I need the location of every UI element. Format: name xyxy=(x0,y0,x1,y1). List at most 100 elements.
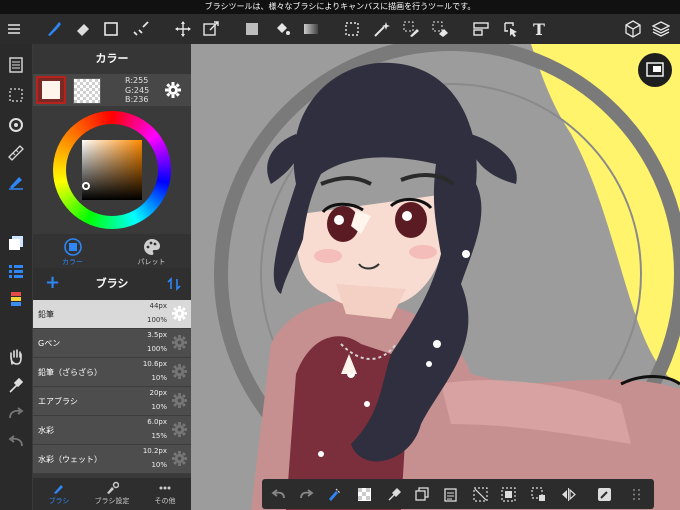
menu-icon[interactable] xyxy=(3,19,25,39)
rgb-readout: R:255 G:245 B:236 xyxy=(125,76,149,105)
brush-settings-gear-icon[interactable] xyxy=(172,451,187,466)
rgb-r: R:255 xyxy=(125,76,149,85)
brush-icon[interactable] xyxy=(42,19,64,39)
brush-opacity: 100% xyxy=(146,316,167,324)
tab-more-label: その他 xyxy=(154,497,176,505)
tab-brush[interactable]: ブラシ xyxy=(33,478,85,510)
saturation-value-square[interactable] xyxy=(82,140,142,200)
brush-size: 20px xyxy=(149,389,168,397)
document-icon[interactable] xyxy=(5,54,27,76)
status-bar: ブラシツールは、様々なブラシによりキャンバスに描画を行うツールです。 xyxy=(0,0,680,14)
brush-size: 10.2px xyxy=(142,447,167,455)
tool-panel: カラー R:255 G:245 B:236 カラー パレット + ブラシ 鉛筆 … xyxy=(33,44,191,510)
copy-layer-icon[interactable] xyxy=(412,485,432,503)
list-icon[interactable] xyxy=(5,260,27,282)
undo-icon[interactable] xyxy=(5,430,27,452)
clear-selection-icon[interactable] xyxy=(470,485,490,503)
brush-opacity: 100% xyxy=(146,345,167,353)
tab-color-label: カラー xyxy=(62,258,83,266)
snap-icon[interactable] xyxy=(470,19,492,39)
tab-palette[interactable]: パレット xyxy=(112,234,191,268)
ruler-icon[interactable] xyxy=(5,142,27,164)
transparent-swatch-icon[interactable] xyxy=(354,485,374,503)
brush-settings-gear-icon[interactable] xyxy=(172,306,187,321)
selection-icon[interactable] xyxy=(5,84,27,106)
redo-icon[interactable] xyxy=(296,485,316,503)
canvas-action-toolbar xyxy=(262,479,654,509)
rgb-b: B:236 xyxy=(125,95,149,104)
brush-settings-gear-icon[interactable] xyxy=(172,422,187,437)
brush-opacity: 10% xyxy=(151,374,167,382)
brush-settings-gear-icon[interactable] xyxy=(172,364,187,379)
eraser-icon[interactable] xyxy=(72,19,94,39)
drawing-canvas[interactable] xyxy=(191,44,680,510)
brush-size: 44px xyxy=(149,302,168,310)
brush-select-icon[interactable] xyxy=(324,485,344,503)
tab-more[interactable]: その他 xyxy=(139,478,191,510)
main-color-swatch[interactable] xyxy=(36,76,66,104)
text-icon[interactable]: T xyxy=(528,19,550,39)
brush-size: 6.0px xyxy=(147,418,167,426)
brush-row-pencil-rough[interactable]: 鉛筆（ざらざら） 10.6px 10% xyxy=(33,358,191,387)
hand-icon[interactable] xyxy=(5,346,27,368)
brush-settings-gear-icon[interactable] xyxy=(172,393,187,408)
brush-tab-icon xyxy=(54,485,63,494)
select-all-icon[interactable] xyxy=(498,485,518,503)
brush-panel-header: + ブラシ xyxy=(33,268,191,300)
sub-color-swatch[interactable] xyxy=(73,78,101,104)
tab-brush-settings-label: ブラシ設定 xyxy=(94,497,130,505)
eyedropper-icon[interactable] xyxy=(384,485,404,503)
layers-icon[interactable] xyxy=(650,19,672,39)
layer-icon[interactable] xyxy=(5,232,27,254)
3d-icon[interactable] xyxy=(622,19,644,39)
hue-knob[interactable] xyxy=(82,182,90,190)
sort-icon[interactable] xyxy=(167,277,181,291)
move-icon[interactable] xyxy=(172,19,194,39)
pen-tool-icon[interactable] xyxy=(5,170,27,192)
tab-brush-label: ブラシ xyxy=(48,497,70,505)
brush-size: 3.5px xyxy=(147,331,167,339)
brush-opacity: 15% xyxy=(151,432,167,440)
brush-opacity: 10% xyxy=(151,461,167,469)
rotate-icon[interactable] xyxy=(5,114,27,136)
select-pen-icon[interactable] xyxy=(400,19,422,39)
grid-handle-icon[interactable] xyxy=(626,485,646,503)
brush-row-gpen[interactable]: Gペン 3.5px 100% xyxy=(33,329,191,358)
operation-icon[interactable] xyxy=(500,19,522,39)
brush-name: 水彩 xyxy=(38,426,54,435)
brush-row-airbrush[interactable]: エアブラシ 20px 10% xyxy=(33,387,191,416)
quick-edit-icon[interactable] xyxy=(594,485,614,503)
gradient-icon[interactable] xyxy=(300,19,322,39)
brush-row-watercolor[interactable]: 水彩 6.0px 15% xyxy=(33,416,191,445)
color-tab-icon xyxy=(63,238,82,256)
brush-panel-tabs: ブラシ ブラシ設定 その他 xyxy=(33,478,191,510)
select-brush-icon[interactable] xyxy=(130,19,152,39)
brush-settings-gear-icon[interactable] xyxy=(172,335,187,350)
tab-color[interactable]: カラー xyxy=(33,234,112,268)
brush-row-watercolor-wet[interactable]: 水彩（ウェット） 10.2px 10% xyxy=(33,445,191,474)
color-settings-gear-icon[interactable] xyxy=(165,82,181,98)
brush-name: 鉛筆（ざらざら） xyxy=(38,368,102,377)
brush-name: Gペン xyxy=(38,339,61,348)
palette-bars-icon[interactable] xyxy=(5,288,27,310)
fill-color-icon[interactable] xyxy=(241,19,263,39)
select-eraser-icon[interactable] xyxy=(429,19,451,39)
brush-list: 鉛筆 44px 100% Gペン 3.5px 100% 鉛筆（ざらざら） 10.… xyxy=(33,300,191,478)
brush-row-pencil[interactable]: 鉛筆 44px 100% xyxy=(33,300,191,329)
redo-icon[interactable] xyxy=(5,402,27,424)
eyedropper-icon[interactable] xyxy=(5,374,27,396)
brush-name: エアブラシ xyxy=(38,397,78,406)
select-rect-icon[interactable] xyxy=(341,19,363,39)
undo-icon[interactable] xyxy=(268,485,288,503)
tab-brush-settings[interactable]: ブラシ設定 xyxy=(86,478,138,510)
paste-icon[interactable] xyxy=(440,485,460,503)
bucket-icon[interactable] xyxy=(271,19,293,39)
main-color-fill xyxy=(42,81,60,99)
magic-wand-icon[interactable] xyxy=(370,19,392,39)
transform-icon[interactable] xyxy=(200,19,222,39)
more-icon xyxy=(159,486,171,490)
brush-name: 水彩（ウェット） xyxy=(38,455,102,464)
flip-horizontal-icon[interactable] xyxy=(558,485,578,503)
rectangle-icon[interactable] xyxy=(100,19,122,39)
select-transform-icon[interactable] xyxy=(528,485,548,503)
